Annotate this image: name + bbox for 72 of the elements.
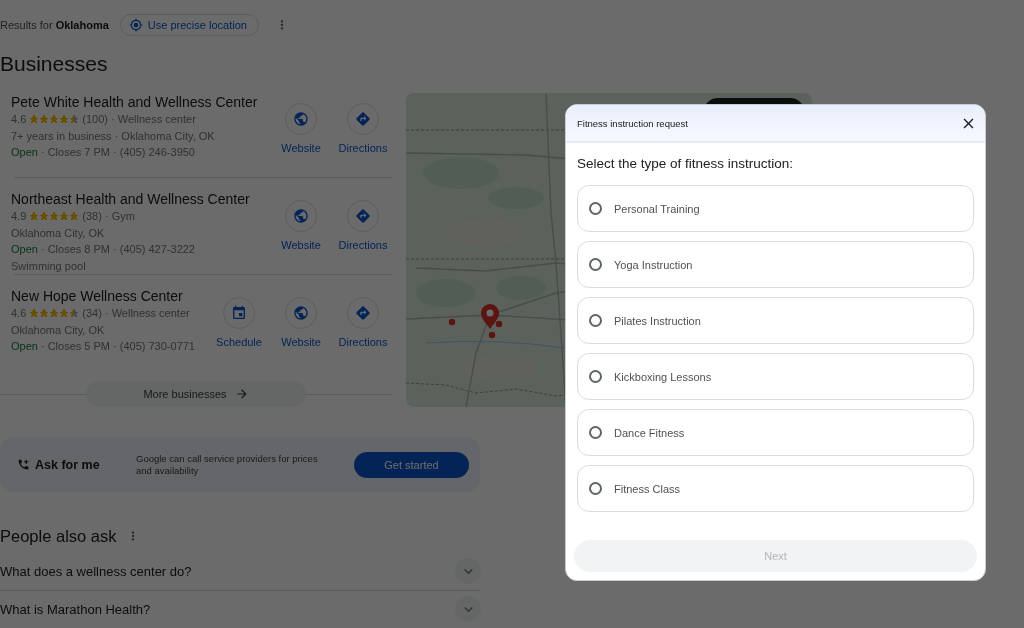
- results-location-text: Results for Oklahoma: [0, 18, 109, 32]
- reviews-and-category: (34) · Wellness center: [82, 306, 190, 321]
- option-button[interactable]: Personal Training: [577, 185, 974, 232]
- reviews-and-category: (38) · Gym: [82, 209, 135, 224]
- directions-icon: [347, 297, 379, 329]
- business-detail: Swimming pool: [11, 258, 86, 274]
- map-marker-icon[interactable]: [495, 320, 503, 328]
- website-button[interactable]: Website: [272, 200, 330, 252]
- section-heading: Businesses: [0, 51, 108, 77]
- globe-icon: [285, 297, 317, 329]
- business-name[interactable]: Pete White Health and Wellness Center: [11, 93, 258, 111]
- business-detail: 7+ years in business · Oklahoma City, OK: [11, 128, 215, 144]
- star-icon: [49, 308, 60, 319]
- phone-plus-icon: [17, 458, 30, 471]
- option-button[interactable]: Pilates Instruction: [577, 297, 974, 344]
- star-icon: [39, 114, 50, 125]
- option-button[interactable]: Yoga Instruction: [577, 241, 974, 288]
- arrow-right-icon: [234, 387, 249, 401]
- star-icon: [59, 211, 70, 222]
- globe-icon: [285, 200, 317, 232]
- option-button[interactable]: Kickboxing Lessons: [577, 353, 974, 400]
- dialog-prompt: Select the type of fitness instruction:: [577, 155, 795, 173]
- star-icon: [39, 308, 50, 319]
- business-name[interactable]: Northeast Health and Wellness Center: [11, 190, 250, 208]
- star-icon: [69, 211, 80, 222]
- open-status: Open: [11, 339, 38, 354]
- reviews-and-category: (100) · Wellness center: [82, 112, 196, 127]
- directions-icon: [347, 103, 379, 135]
- open-status: Open: [11, 145, 38, 160]
- business-detail: Oklahoma City, OK: [11, 225, 105, 241]
- globe-icon: [285, 103, 317, 135]
- star-icon: [69, 308, 80, 319]
- ask-for-me-title: Ask for me: [35, 457, 100, 472]
- schedule-button[interactable]: Schedule: [210, 297, 268, 349]
- business-detail: Oklahoma City, OK: [11, 322, 105, 338]
- rating-value: 4.9: [11, 209, 27, 224]
- website-button[interactable]: Website: [272, 297, 330, 349]
- hours-and-phone: · Closes 5 PM · (405) 730-0771: [40, 339, 195, 354]
- directions-button[interactable]: Directions: [334, 200, 392, 252]
- star-icon: [69, 114, 80, 125]
- option-button[interactable]: Fitness Class: [577, 465, 974, 512]
- star-icon: [29, 114, 40, 125]
- star-icon: [29, 308, 40, 319]
- calendar-icon: [223, 297, 255, 329]
- business-name[interactable]: New Hope Wellness Center: [11, 287, 183, 305]
- map-marker-icon[interactable]: [448, 318, 456, 326]
- more-businesses-button[interactable]: More businesses: [86, 381, 306, 407]
- map-marker-icon[interactable]: [488, 331, 496, 339]
- star-icon: [49, 114, 60, 125]
- star-icon: [59, 308, 70, 319]
- star-icon: [39, 211, 50, 222]
- section-heading: People also ask: [0, 526, 117, 547]
- dialog-title: Fitness instruction request: [577, 117, 688, 129]
- rating-value: 4.6: [11, 112, 27, 127]
- hours-and-phone: · Closes 8 PM · (405) 427-3222: [40, 242, 195, 257]
- star-icon: [29, 211, 40, 222]
- question-row[interactable]: What does a wellness center do?: [0, 552, 481, 591]
- rating-value: 4.6: [11, 306, 27, 321]
- question-row[interactable]: What is Marathon Health?: [0, 591, 481, 627]
- open-status: Open: [11, 242, 38, 257]
- location-target-icon: [128, 18, 143, 32]
- star-icon: [59, 114, 70, 125]
- directions-button[interactable]: Directions: [334, 103, 392, 155]
- directions-icon: [347, 200, 379, 232]
- website-button[interactable]: Website: [272, 103, 330, 155]
- use-precise-location-button[interactable]: Use precise location: [119, 14, 259, 36]
- get-started-button[interactable]: Get started: [354, 451, 469, 478]
- map-pin-icon[interactable]: [481, 304, 499, 329]
- option-button[interactable]: Dance Fitness: [577, 409, 974, 456]
- ask-for-me-description: Google can call service providers for prices and availability: [136, 452, 319, 477]
- star-icon: [49, 211, 60, 222]
- directions-button[interactable]: Directions: [334, 297, 392, 349]
